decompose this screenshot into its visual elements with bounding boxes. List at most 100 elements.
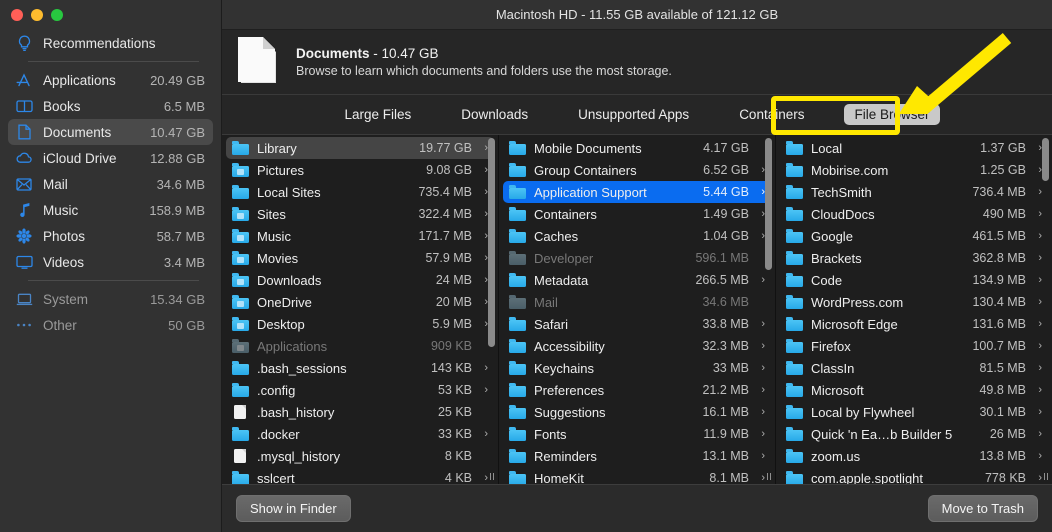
chevron-right-icon[interactable]: › — [477, 318, 488, 330]
chevron-right-icon[interactable]: › — [754, 428, 765, 440]
column-scrollbar[interactable] — [488, 138, 495, 469]
chevron-right-icon[interactable]: › — [754, 384, 765, 396]
column-scrollbar[interactable] — [1042, 138, 1049, 469]
file-row[interactable]: Metadata 266.5 MB › — [503, 269, 771, 291]
file-row[interactable]: Accessibility 32.3 MB › — [503, 335, 771, 357]
file-row[interactable]: TechSmith 736.4 MB › — [780, 181, 1048, 203]
chevron-right-icon[interactable]: › — [754, 450, 765, 462]
file-row[interactable]: Application Support 5.44 GB › — [503, 181, 771, 203]
column-scrollbar[interactable] — [765, 138, 772, 469]
chevron-right-icon[interactable]: › — [754, 186, 765, 198]
file-row[interactable]: Movies 57.9 MB › — [226, 247, 494, 269]
chevron-right-icon[interactable]: › — [477, 230, 488, 242]
chevron-right-icon[interactable]: › — [754, 208, 765, 220]
chevron-right-icon[interactable]: › — [1031, 340, 1042, 352]
maximize-button[interactable] — [51, 9, 63, 21]
scrollbar-thumb[interactable] — [488, 138, 495, 347]
chevron-right-icon[interactable]: › — [754, 340, 765, 352]
chevron-right-icon[interactable]: › — [754, 318, 765, 330]
chevron-right-icon[interactable]: › — [477, 362, 488, 374]
column-resize-handle[interactable] — [763, 470, 774, 482]
file-row[interactable]: Containers 1.49 GB › — [503, 203, 771, 225]
file-row[interactable]: Suggestions 16.1 MB › — [503, 401, 771, 423]
scrollbar-thumb[interactable] — [1042, 138, 1049, 182]
chevron-right-icon[interactable]: › — [477, 142, 488, 154]
file-row[interactable]: zoom.us 13.8 MB › — [780, 445, 1048, 467]
file-row[interactable]: Brackets 362.8 MB › — [780, 247, 1048, 269]
sidebar-item-icloud-drive[interactable]: iCloud Drive 12.88 GB — [8, 145, 213, 171]
sidebar-item-other[interactable]: Other 50 GB — [8, 312, 213, 338]
file-row[interactable]: Group Containers 6.52 GB › — [503, 159, 771, 181]
chevron-right-icon[interactable]: › — [477, 164, 488, 176]
file-row[interactable]: Microsoft 49.8 MB › — [780, 379, 1048, 401]
file-row[interactable]: sslcert 4 KB › — [226, 467, 494, 484]
file-row[interactable]: WordPress.com 130.4 MB › — [780, 291, 1048, 313]
file-row[interactable]: .bash_history25 KB› — [226, 401, 494, 423]
column-resize-handle[interactable] — [486, 470, 497, 482]
file-row[interactable]: Local Sites 735.4 MB › — [226, 181, 494, 203]
file-row[interactable]: Keychains 33 MB › — [503, 357, 771, 379]
file-row[interactable]: Mobirise.com 1.25 GB › — [780, 159, 1048, 181]
file-row[interactable]: Music 171.7 MB › — [226, 225, 494, 247]
chevron-right-icon[interactable]: › — [1031, 164, 1042, 176]
chevron-right-icon[interactable]: › — [1031, 450, 1042, 462]
file-row[interactable]: .docker 33 KB › — [226, 423, 494, 445]
file-row[interactable]: Fonts 11.9 MB › — [503, 423, 771, 445]
sidebar-item-applications[interactable]: Applications 20.49 GB — [8, 67, 213, 93]
column-resize-handle[interactable] — [1040, 470, 1051, 482]
chevron-right-icon[interactable]: › — [477, 428, 488, 440]
chevron-right-icon[interactable]: › — [1031, 362, 1042, 374]
chevron-right-icon[interactable]: › — [1031, 274, 1042, 286]
chevron-right-icon[interactable]: › — [1031, 318, 1042, 330]
chevron-right-icon[interactable]: › — [1031, 252, 1042, 264]
chevron-right-icon[interactable]: › — [754, 164, 765, 176]
chevron-right-icon[interactable]: › — [1031, 296, 1042, 308]
file-row[interactable]: .bash_sessions 143 KB › — [226, 357, 494, 379]
sidebar-item-photos[interactable]: Photos 58.7 MB — [8, 223, 213, 249]
file-row[interactable]: Firefox 100.7 MB › — [780, 335, 1048, 357]
chevron-right-icon[interactable]: › — [1031, 186, 1042, 198]
file-row[interactable]: Microsoft Edge 131.6 MB › — [780, 313, 1048, 335]
file-row[interactable]: Local by Flywheel 30.1 MB › — [780, 401, 1048, 423]
chevron-right-icon[interactable]: › — [1031, 428, 1042, 440]
sidebar-item-documents[interactable]: Documents 10.47 GB — [8, 119, 213, 145]
chevron-right-icon[interactable]: › — [477, 384, 488, 396]
sidebar-item-videos[interactable]: Videos 3.4 MB — [8, 249, 213, 275]
file-row[interactable]: Sites 322.4 MB › — [226, 203, 494, 225]
scrollbar-thumb[interactable] — [765, 138, 772, 271]
file-row[interactable]: Mobile Documents4.17 GB› — [503, 137, 771, 159]
chevron-right-icon[interactable]: › — [754, 406, 765, 418]
sidebar-item-books[interactable]: Books 6.5 MB — [8, 93, 213, 119]
show-in-finder-button[interactable]: Show in Finder — [236, 495, 351, 522]
file-row[interactable]: Pictures 9.08 GB › — [226, 159, 494, 181]
sidebar-item-recommendations[interactable]: Recommendations — [8, 30, 213, 56]
close-button[interactable] — [11, 9, 23, 21]
tab-file-browser[interactable]: File Browser — [844, 104, 940, 125]
file-row[interactable]: Code 134.9 MB › — [780, 269, 1048, 291]
file-row[interactable]: OneDrive 20 MB › — [226, 291, 494, 313]
file-row[interactable]: Preferences 21.2 MB › — [503, 379, 771, 401]
file-row[interactable]: Desktop 5.9 MB › — [226, 313, 494, 335]
chevron-right-icon[interactable]: › — [1031, 384, 1042, 396]
file-row[interactable]: Safari 33.8 MB › — [503, 313, 771, 335]
move-to-trash-button[interactable]: Move to Trash — [927, 495, 1038, 522]
file-row[interactable]: Caches 1.04 GB › — [503, 225, 771, 247]
chevron-right-icon[interactable]: › — [1031, 208, 1042, 220]
file-row[interactable]: Mail34.6 MB› — [503, 291, 771, 313]
file-row[interactable]: Developer596.1 MB› — [503, 247, 771, 269]
file-row[interactable]: .config 53 KB › — [226, 379, 494, 401]
tab-large-files[interactable]: Large Files — [335, 104, 422, 125]
file-row[interactable]: Quick 'n Ea…b Builder 5 26 MB › — [780, 423, 1048, 445]
sidebar-item-music[interactable]: Music 158.9 MB — [8, 197, 213, 223]
file-row[interactable]: CloudDocs 490 MB › — [780, 203, 1048, 225]
file-row[interactable]: com.apple.spotlight 778 KB › — [780, 467, 1048, 484]
file-row[interactable]: Applications909 KB› — [226, 335, 494, 357]
chevron-right-icon[interactable]: › — [754, 274, 765, 286]
file-row[interactable]: .mysql_history8 KB› — [226, 445, 494, 467]
chevron-right-icon[interactable]: › — [754, 230, 765, 242]
chevron-right-icon[interactable]: › — [1031, 142, 1042, 154]
file-row[interactable]: Library 19.77 GB › — [226, 137, 494, 159]
chevron-right-icon[interactable]: › — [477, 296, 488, 308]
chevron-right-icon[interactable]: › — [477, 252, 488, 264]
chevron-right-icon[interactable]: › — [477, 208, 488, 220]
